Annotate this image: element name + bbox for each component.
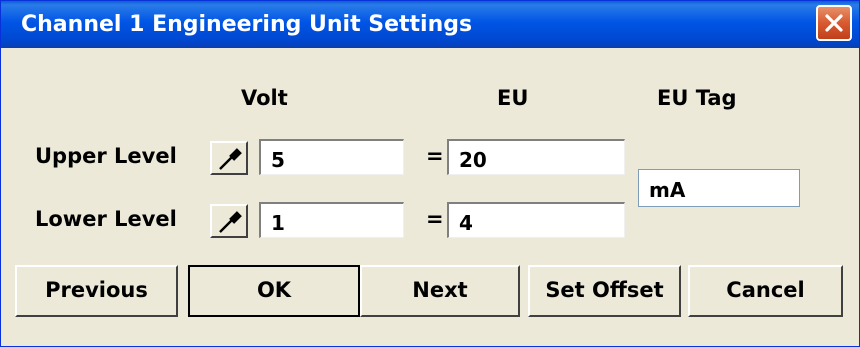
ok-button[interactable]: OK: [188, 265, 360, 317]
upper-eu-input[interactable]: [447, 139, 625, 175]
eyedropper-icon: [219, 211, 242, 233]
eu-tag-header: EU Tag: [657, 86, 737, 110]
dialog-body: Volt EU EU Tag Upper Level = Lower Level: [1, 48, 859, 346]
dialog-window: Channel 1 Engineering Unit Settings Volt…: [0, 0, 860, 347]
window-title: Channel 1 Engineering Unit Settings: [21, 12, 473, 37]
upper-level-picker-button[interactable]: [210, 141, 248, 175]
upper-level-label: Upper Level: [35, 144, 177, 168]
lower-eu-input[interactable]: [447, 202, 625, 238]
upper-volt-input[interactable]: [259, 139, 404, 175]
set-offset-button[interactable]: Set Offset: [528, 265, 681, 317]
title-bar: Channel 1 Engineering Unit Settings: [1, 1, 859, 48]
upper-equals-sign: =: [426, 144, 444, 168]
eyedropper-icon: [219, 148, 242, 170]
close-icon: [825, 14, 843, 32]
cancel-button[interactable]: Cancel: [688, 265, 843, 317]
close-button[interactable]: [816, 5, 852, 41]
next-button[interactable]: Next: [360, 265, 520, 317]
previous-button[interactable]: Previous: [15, 265, 178, 317]
lower-volt-input[interactable]: [259, 202, 404, 238]
lower-level-label: Lower Level: [35, 207, 177, 231]
lower-equals-sign: =: [426, 207, 444, 231]
eu-tag-input[interactable]: [638, 169, 800, 207]
volt-header: Volt: [241, 86, 288, 110]
eu-header: EU: [497, 86, 529, 110]
lower-level-picker-button[interactable]: [210, 204, 248, 238]
